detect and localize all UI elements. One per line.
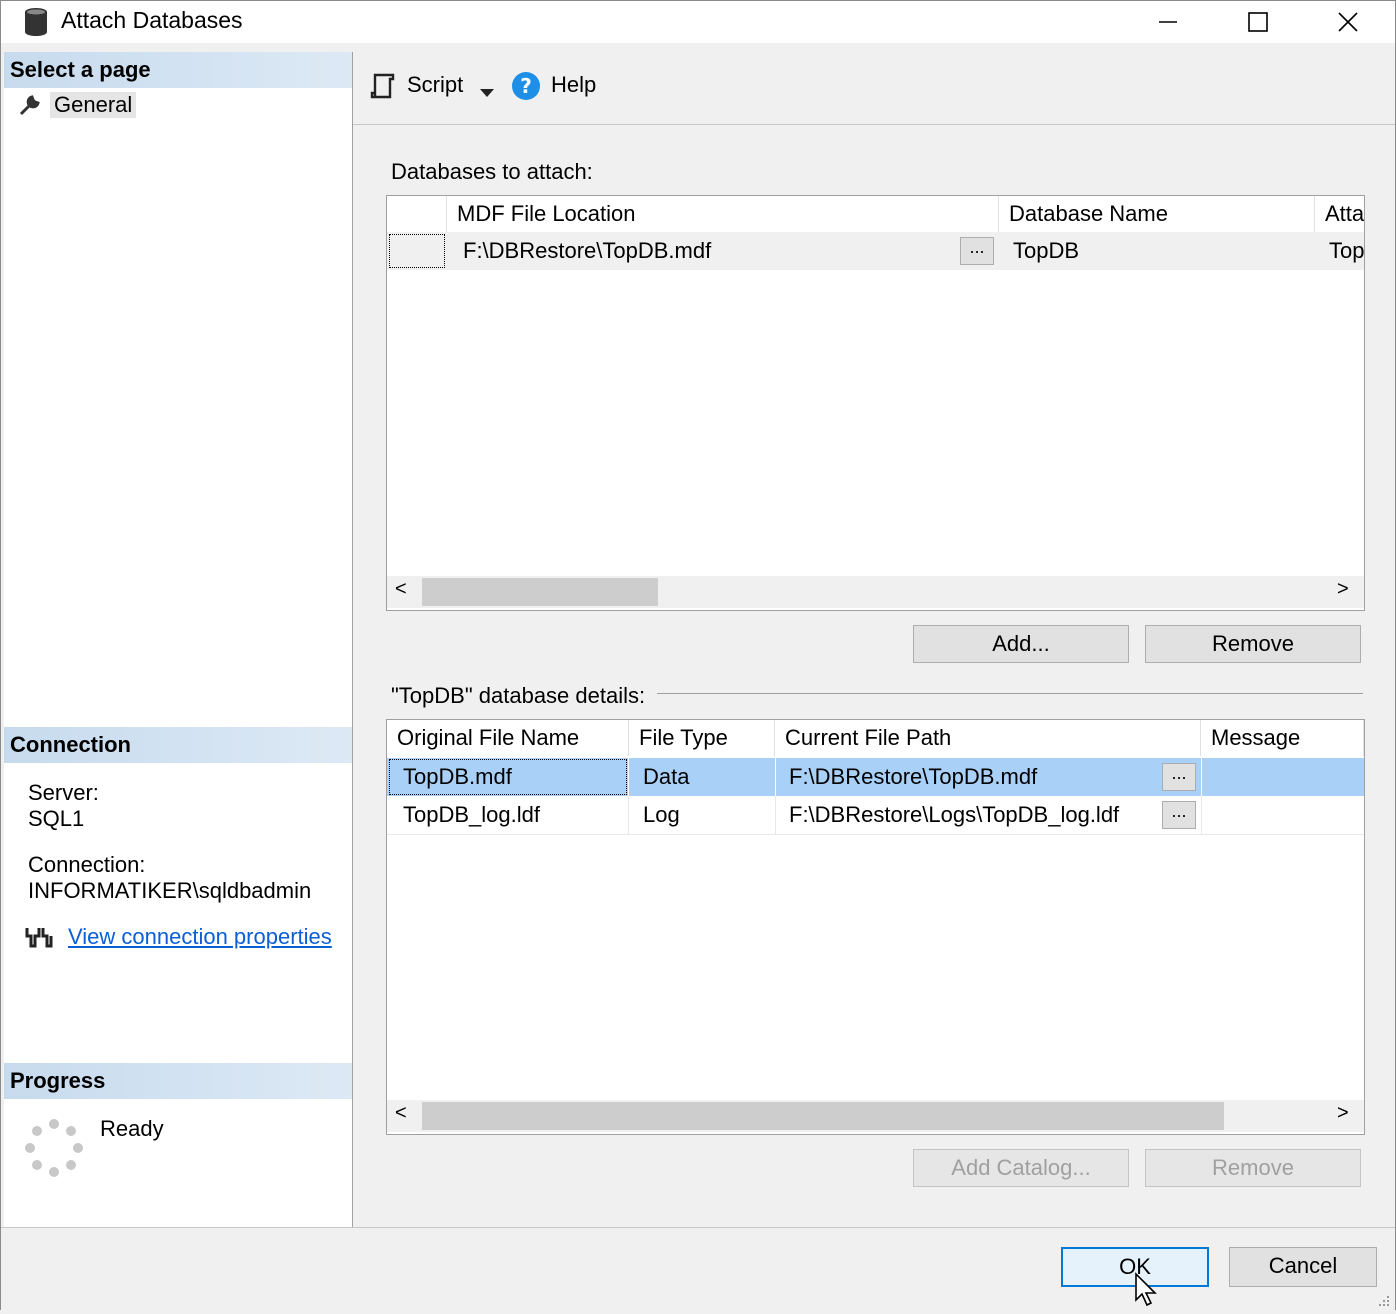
help-icon: ? [511, 71, 541, 107]
column-header-current-file-path[interactable]: Current File Path [775, 720, 1201, 756]
page-item-label: General [50, 92, 137, 118]
left-pane: Select a page General Connection Server:… [4, 52, 353, 1227]
mouse-pointer-icon [1134, 1272, 1160, 1314]
column-header-original-file-name[interactable]: Original File Name [387, 720, 629, 756]
original-file-name-cell[interactable]: TopDB.mdf [389, 758, 629, 796]
scrollbar-thumb[interactable] [422, 578, 658, 606]
column-header-attach-as[interactable]: Atta [1315, 196, 1364, 232]
message-cell [1201, 758, 1364, 796]
page-item-general[interactable]: General [16, 90, 137, 123]
table-row[interactable]: F:\DBRestore\TopDB.mdf ... TopDB Top [387, 232, 1364, 270]
database-icon [23, 7, 49, 43]
connection-header: Connection [4, 727, 352, 763]
script-icon [369, 72, 397, 106]
resize-grip-icon[interactable] [1375, 1288, 1391, 1314]
details-separator [657, 693, 1363, 694]
scroll-left-chevron-icon[interactable]: < [395, 578, 407, 601]
add-catalog-button[interactable]: Add Catalog... [913, 1149, 1129, 1187]
progress-spinner-icon [22, 1116, 86, 1186]
server-label: Server: [28, 780, 99, 805]
attach-grid-horizontal-scrollbar[interactable]: < > [387, 576, 1364, 608]
browse-file-path-button[interactable]: ... [1162, 801, 1196, 829]
databases-to-attach-label: Databases to attach: [391, 159, 593, 184]
databases-to-attach-grid[interactable]: MDF File Location Database Name Atta F:\… [386, 195, 1365, 611]
original-file-name-cell[interactable]: TopDB_log.ldf [389, 796, 629, 834]
file-type-cell[interactable]: Data [629, 758, 775, 796]
remove-file-button[interactable]: Remove [1145, 1149, 1361, 1187]
table-row[interactable]: TopDB_log.ldf Log F:\DBRestore\Logs\TopD… [387, 796, 1364, 835]
column-header-file-type[interactable]: File Type [629, 720, 775, 756]
mdf-file-location-cell[interactable]: F:\DBRestore\TopDB.mdf [449, 232, 959, 270]
remove-database-button[interactable]: Remove [1145, 625, 1361, 663]
connection-value: INFORMATIKER\sqldbadmin [28, 878, 312, 903]
browse-file-path-button[interactable]: ... [1162, 763, 1196, 791]
title-bar[interactable]: Attach Databases [1, 1, 1395, 43]
scroll-left-chevron-icon[interactable]: < [395, 1102, 407, 1125]
maximize-button[interactable] [1213, 1, 1303, 43]
message-cell [1201, 796, 1364, 834]
current-file-path-cell[interactable]: F:\DBRestore\Logs\TopDB_log.ldf [775, 796, 1161, 834]
progress-status: Ready [100, 1116, 164, 1141]
minimize-button[interactable] [1123, 1, 1213, 43]
cancel-button[interactable]: Cancel [1229, 1247, 1377, 1287]
column-header-database-name[interactable]: Database Name [999, 196, 1315, 232]
script-dropdown-chevron-down-icon[interactable] [479, 78, 495, 104]
help-button[interactable]: ? Help [511, 68, 611, 104]
maximize-icon [1248, 12, 1268, 32]
details-grid-horizontal-scrollbar[interactable]: < > [387, 1100, 1364, 1132]
row-selector[interactable] [389, 234, 445, 268]
close-button[interactable] [1303, 1, 1393, 43]
dialog-footer: OK Cancel [1, 1227, 1395, 1310]
current-file-path-cell[interactable]: F:\DBRestore\TopDB.mdf [775, 758, 1161, 796]
script-button[interactable]: Script [367, 68, 467, 104]
column-header-mdf-file-location[interactable]: MDF File Location [447, 196, 999, 232]
attach-as-cell[interactable]: Top [1315, 232, 1364, 270]
database-name-cell[interactable]: TopDB [999, 232, 1315, 270]
script-label: Script [407, 72, 464, 97]
help-label: Help [551, 72, 597, 97]
svg-text:?: ? [520, 74, 532, 98]
browse-mdf-button[interactable]: ... [960, 237, 994, 265]
connection-label: Connection: [28, 852, 146, 877]
general-page-content: Databases to attach: MDF File Location D… [353, 125, 1395, 1227]
plug-icon [24, 924, 54, 958]
scrollbar-thumb[interactable] [422, 1102, 1224, 1130]
add-database-button[interactable]: Add... [913, 625, 1129, 663]
minimize-icon [1159, 21, 1177, 23]
select-page-header: Select a page [4, 52, 352, 88]
progress-header: Progress [4, 1063, 352, 1099]
file-type-cell[interactable]: Log [629, 796, 775, 834]
table-row-selected[interactable]: TopDB.mdf Data F:\DBRestore\TopDB.mdf ..… [387, 758, 1364, 796]
view-connection-properties-link[interactable]: View connection properties [68, 924, 332, 950]
scroll-right-chevron-icon[interactable]: > [1337, 578, 1349, 601]
server-value: SQL1 [28, 806, 85, 831]
right-pane: Script ? Help Databases to attach: MDF F… [353, 52, 1395, 1227]
column-header-message[interactable]: Message [1201, 720, 1364, 756]
attach-databases-dialog: Attach Databases Select a page General C… [0, 0, 1396, 1310]
scroll-right-chevron-icon[interactable]: > [1337, 1102, 1349, 1125]
database-details-grid[interactable]: Original File Name File Type Current Fil… [386, 719, 1365, 1135]
database-details-label: "TopDB" database details: [391, 683, 646, 708]
window-title: Attach Databases [61, 7, 243, 33]
close-icon [1338, 12, 1358, 32]
wrench-icon [18, 93, 42, 123]
toolbar: Script ? Help [353, 52, 1395, 125]
row-header-column [387, 196, 447, 232]
